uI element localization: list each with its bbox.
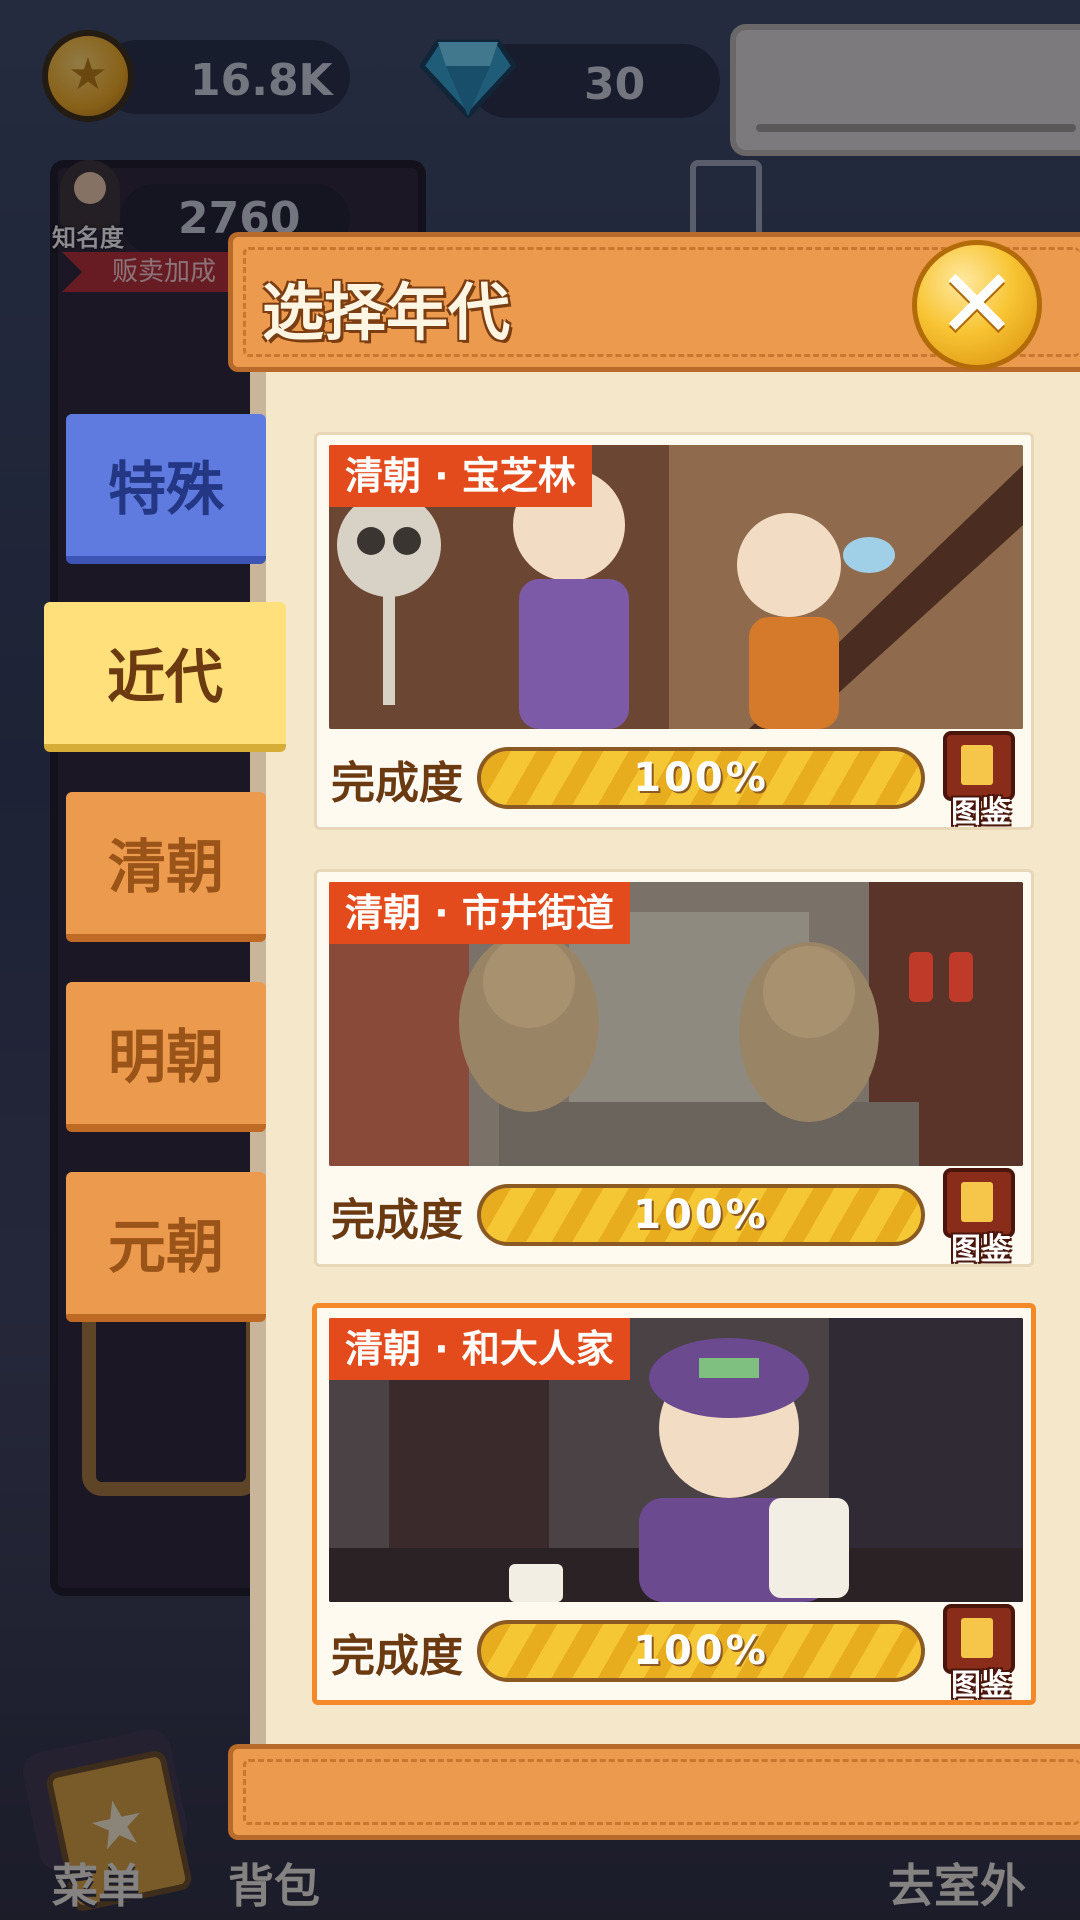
progress-label: 完成度 xyxy=(331,758,463,809)
stage-illustration: 清朝 · 市井街道 xyxy=(329,882,1023,1166)
tab-yuan[interactable]: 元朝 xyxy=(66,1172,266,1322)
atlas-label: 图鉴 xyxy=(951,1232,1011,1267)
stage-illustration: 清朝 · 宝芝林 xyxy=(329,445,1023,729)
close-button[interactable]: ✕ xyxy=(912,240,1042,370)
progress-bar: 100% xyxy=(477,1184,925,1246)
modal-title: 选择年代 xyxy=(262,276,511,349)
progress-label: 完成度 xyxy=(331,1195,463,1246)
atlas-label: 图鉴 xyxy=(951,795,1011,830)
stage-card-selected[interactable]: 清朝 · 和大人家 完成度 100% 图鉴 xyxy=(312,1303,1036,1705)
tab-qing[interactable]: 清朝 xyxy=(66,792,266,942)
stage-illustration: 清朝 · 和大人家 xyxy=(329,1318,1023,1602)
stage-card[interactable]: 清朝 · 宝芝林 完成度 100% 图鉴 xyxy=(314,432,1034,830)
progress-text: 100% xyxy=(633,1628,769,1674)
atlas-label: 图鉴 xyxy=(951,1668,1011,1703)
stage-title-tag: 清朝 · 宝芝林 xyxy=(329,445,592,507)
close-icon: ✕ xyxy=(936,248,1018,360)
atlas-button[interactable]: 图鉴 xyxy=(939,731,1023,830)
tab-ming[interactable]: 明朝 xyxy=(66,982,266,1132)
modal-footer xyxy=(228,1744,1080,1840)
progress-text: 100% xyxy=(633,755,769,801)
stage-title-tag: 清朝 · 和大人家 xyxy=(329,1318,630,1380)
atlas-button[interactable]: 图鉴 xyxy=(939,1168,1023,1267)
tab-special[interactable]: 特殊 xyxy=(66,414,266,564)
stage-card[interactable]: 清朝 · 市井街道 完成度 100% 图鉴 xyxy=(314,869,1034,1267)
progress-text: 100% xyxy=(633,1192,769,1238)
progress-bar: 100% xyxy=(477,1620,925,1682)
atlas-button[interactable]: 图鉴 xyxy=(939,1604,1023,1703)
progress-bar: 100% xyxy=(477,747,925,809)
stage-title-tag: 清朝 · 市井街道 xyxy=(329,882,630,944)
progress-label: 完成度 xyxy=(331,1631,463,1682)
tab-modern[interactable]: 近代 xyxy=(44,602,286,752)
